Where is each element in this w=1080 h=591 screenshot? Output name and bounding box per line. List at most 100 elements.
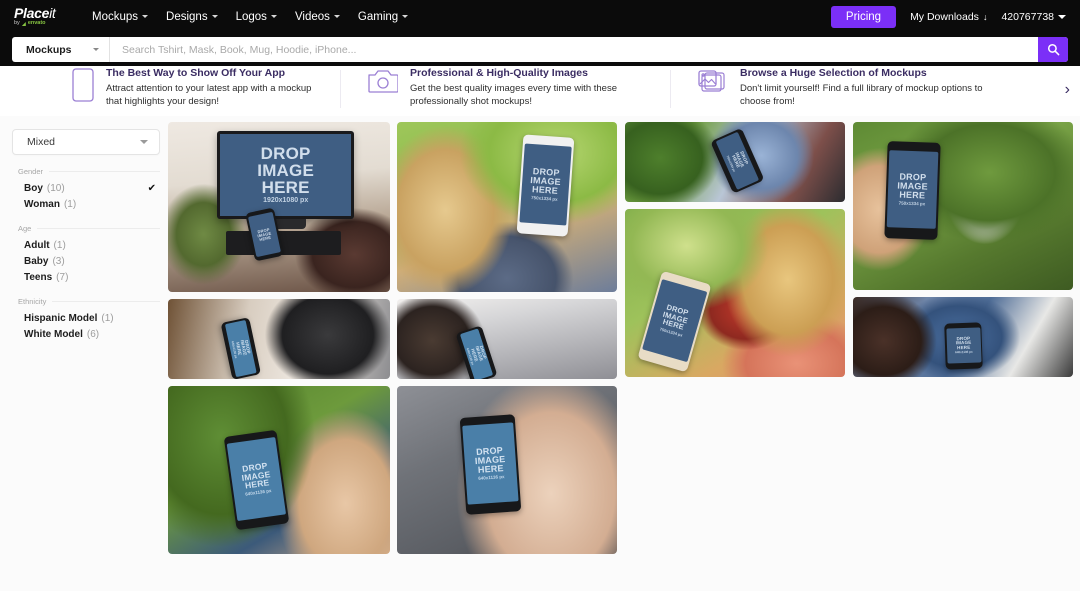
nav-item-logos[interactable]: Logos — [236, 11, 277, 23]
main-menu: Mockups Designs Logos Videos Gaming — [92, 10, 409, 23]
mockup-card-sofa[interactable]: DROP IMAGE HERE 640x1136 px — [397, 299, 617, 379]
chevron-down-icon — [93, 48, 99, 51]
promo-title: Browse a Huge Selection of Mockups — [740, 67, 927, 79]
camera-outline-icon — [368, 68, 399, 99]
grid-column-3: DROP IMAGE HERE 750x1334 px DROP IMAGE H… — [625, 122, 845, 384]
model-type-select[interactable]: Mixed — [12, 129, 160, 155]
drop-line-1: DROP — [260, 144, 311, 164]
facet-header: Age — [12, 224, 160, 233]
mockup-card-grass-blonde[interactable]: DROP IMAGE HERE 750x1334 px — [397, 122, 617, 292]
mockup-card-desk-monitor[interactable]: DROP IMAGE HERE 1920x1080 px DROP IMAGE … — [168, 122, 390, 292]
facet-option-count: (3) — [52, 255, 65, 267]
promo-title: The Best Way to Show Off Your App — [106, 67, 286, 79]
mockup-card-grass-shoe[interactable]: DROP IMAGE HERE 640x1136 px — [168, 386, 390, 554]
promo-description: Attract attention to your latest app wit… — [106, 83, 312, 107]
facet-option-woman[interactable]: Woman (1) — [12, 196, 160, 212]
mockup-dimension: 640x1136 px — [478, 474, 505, 482]
facet-option-count: (1) — [101, 312, 114, 324]
account-menu[interactable]: 420767738 — [1001, 11, 1066, 23]
promo-description: Don't limit yourself! Find a full librar… — [740, 83, 983, 107]
chevron-down-icon — [402, 15, 409, 18]
search-bar-row: Mockups — [0, 33, 1080, 66]
facet-option-count: (7) — [56, 271, 69, 283]
search-icon — [1047, 43, 1059, 56]
nav-item-mockups[interactable]: Mockups — [92, 10, 149, 23]
checkmark-icon: ✔ — [147, 182, 156, 194]
nav-label: Gaming — [357, 10, 399, 23]
grid-column-1: DROP IMAGE HERE 1920x1080 px DROP IMAGE … — [168, 122, 390, 561]
download-arrow-icon: ↓ — [982, 11, 988, 22]
nav-label: Logos — [235, 10, 267, 23]
facet-option-adult[interactable]: Adult (1) — [12, 237, 160, 253]
pricing-button[interactable]: Pricing — [830, 5, 897, 28]
divider — [49, 171, 160, 172]
search-submit-button[interactable] — [1038, 37, 1068, 62]
drop-line-3: HERE — [531, 183, 559, 196]
nav-item-designs[interactable]: Designs — [166, 11, 218, 23]
promo-item-selection[interactable]: Browse a Huge Selection of Mockups Don't… — [670, 66, 1015, 108]
mockup-dimension: 750x1334 px — [898, 200, 926, 207]
divider — [52, 301, 160, 302]
nav-item-videos[interactable]: Videos — [295, 11, 340, 23]
my-downloads-link[interactable]: My Downloads ↓ — [910, 11, 987, 23]
facet-ethnicity: Ethnicity Hispanic Model (1) White Model… — [12, 297, 160, 342]
search-category-select[interactable]: Mockups — [12, 37, 110, 62]
nav-item-gaming[interactable]: Gaming — [357, 10, 409, 23]
drop-line-3: HERE — [258, 234, 272, 243]
grid-column-4: DROP IMAGE HERE 750x1334 px DROP IMAGE H… — [853, 122, 1073, 384]
results-page: Mixed Gender Boy (10) ✔ Woman (1) Age Ad… — [0, 116, 1080, 591]
mockup-dimension: 750x1334 px — [531, 194, 558, 202]
facet-option-count: (10) — [46, 182, 65, 194]
promo-item-quality[interactable]: Professional & High-Quality Images Get t… — [340, 66, 670, 108]
facet-title: Gender — [18, 167, 44, 176]
mockup-card-carpet[interactable]: DROP IMAGE HERE 640x1136 px — [397, 386, 617, 554]
drop-line-2: IMAGE — [257, 161, 314, 181]
facet-option-white-model[interactable]: White Model (6) — [12, 326, 160, 342]
facet-option-teens[interactable]: Teens (7) — [12, 269, 160, 285]
chevron-down-icon — [140, 140, 148, 144]
account-id-label: 420767738 — [1001, 10, 1054, 23]
search-category-value: Mockups — [26, 43, 72, 56]
mockup-card-park-family[interactable]: DROP IMAGE HERE 750x1334 px — [853, 122, 1073, 290]
mockup-card-grass-backpack[interactable]: DROP IMAGE HERE 750x1334 px — [625, 122, 845, 202]
nav-label: Designs — [166, 10, 208, 23]
mockup-card-grass-kid[interactable]: DROP IMAGE HERE 750x1334 px — [625, 209, 845, 377]
facet-header: Ethnicity — [12, 297, 160, 306]
facet-option-hispanic-model[interactable]: Hispanic Model (1) — [12, 310, 160, 326]
facet-header: Gender — [12, 167, 160, 176]
chevron-down-icon — [142, 15, 149, 18]
my-downloads-label: My Downloads — [910, 10, 979, 23]
logo-byline: by envato — [14, 20, 46, 27]
promo-text: Browse a Huge Selection of Mockups Don't… — [740, 68, 990, 108]
chevron-down-icon — [1058, 14, 1066, 19]
chevron-down-icon — [333, 15, 340, 18]
promo-text: Professional & High-Quality Images Get t… — [410, 68, 656, 108]
facet-option-baby[interactable]: Baby (3) — [12, 253, 160, 269]
phone-outline-icon — [72, 68, 94, 107]
promo-banner: The Best Way to Show Off Your App Attrac… — [0, 66, 1080, 116]
mockup-card-room-boy[interactable]: DROP IMAGE HERE 640x1136 px — [168, 299, 390, 379]
placeit-logo[interactable]: Placeit by envato — [14, 6, 76, 27]
search-input[interactable] — [110, 37, 1038, 62]
nav-right-group: Pricing My Downloads ↓ 420767738 — [830, 5, 1066, 28]
drop-line-3: HERE — [899, 189, 926, 201]
mockup-dimension: 640x1136 px — [955, 349, 974, 355]
model-type-value: Mixed — [27, 136, 56, 148]
top-navigation-bar: Placeit by envato Mockups Designs Logos … — [0, 0, 1080, 33]
facet-option-label: Adult — [24, 239, 50, 251]
search-bar: Mockups — [12, 37, 1068, 62]
promo-description: Get the best quality images every time w… — [410, 83, 617, 107]
facet-gender: Gender Boy (10) ✔ Woman (1) — [12, 167, 160, 212]
drop-line-3: HERE — [261, 178, 310, 198]
promo-item-app[interactable]: The Best Way to Show Off Your App Attrac… — [0, 66, 340, 108]
nav-label: Videos — [294, 10, 330, 23]
facet-option-label: White Model — [24, 328, 83, 340]
facet-option-boy[interactable]: Boy (10) ✔ — [12, 180, 160, 196]
mockup-card-checker-floor[interactable]: DROP IMAGE HERE 640x1136 px — [853, 297, 1073, 377]
facet-age: Age Adult (1) Baby (3) Teens (7) — [12, 224, 160, 285]
logo-wordmark: Placeit — [14, 5, 56, 22]
facet-option-count: (1) — [53, 239, 66, 251]
banner-next-arrow-icon[interactable]: › — [1065, 82, 1070, 98]
divider — [37, 228, 160, 229]
nav-label: Mockups — [92, 10, 139, 23]
